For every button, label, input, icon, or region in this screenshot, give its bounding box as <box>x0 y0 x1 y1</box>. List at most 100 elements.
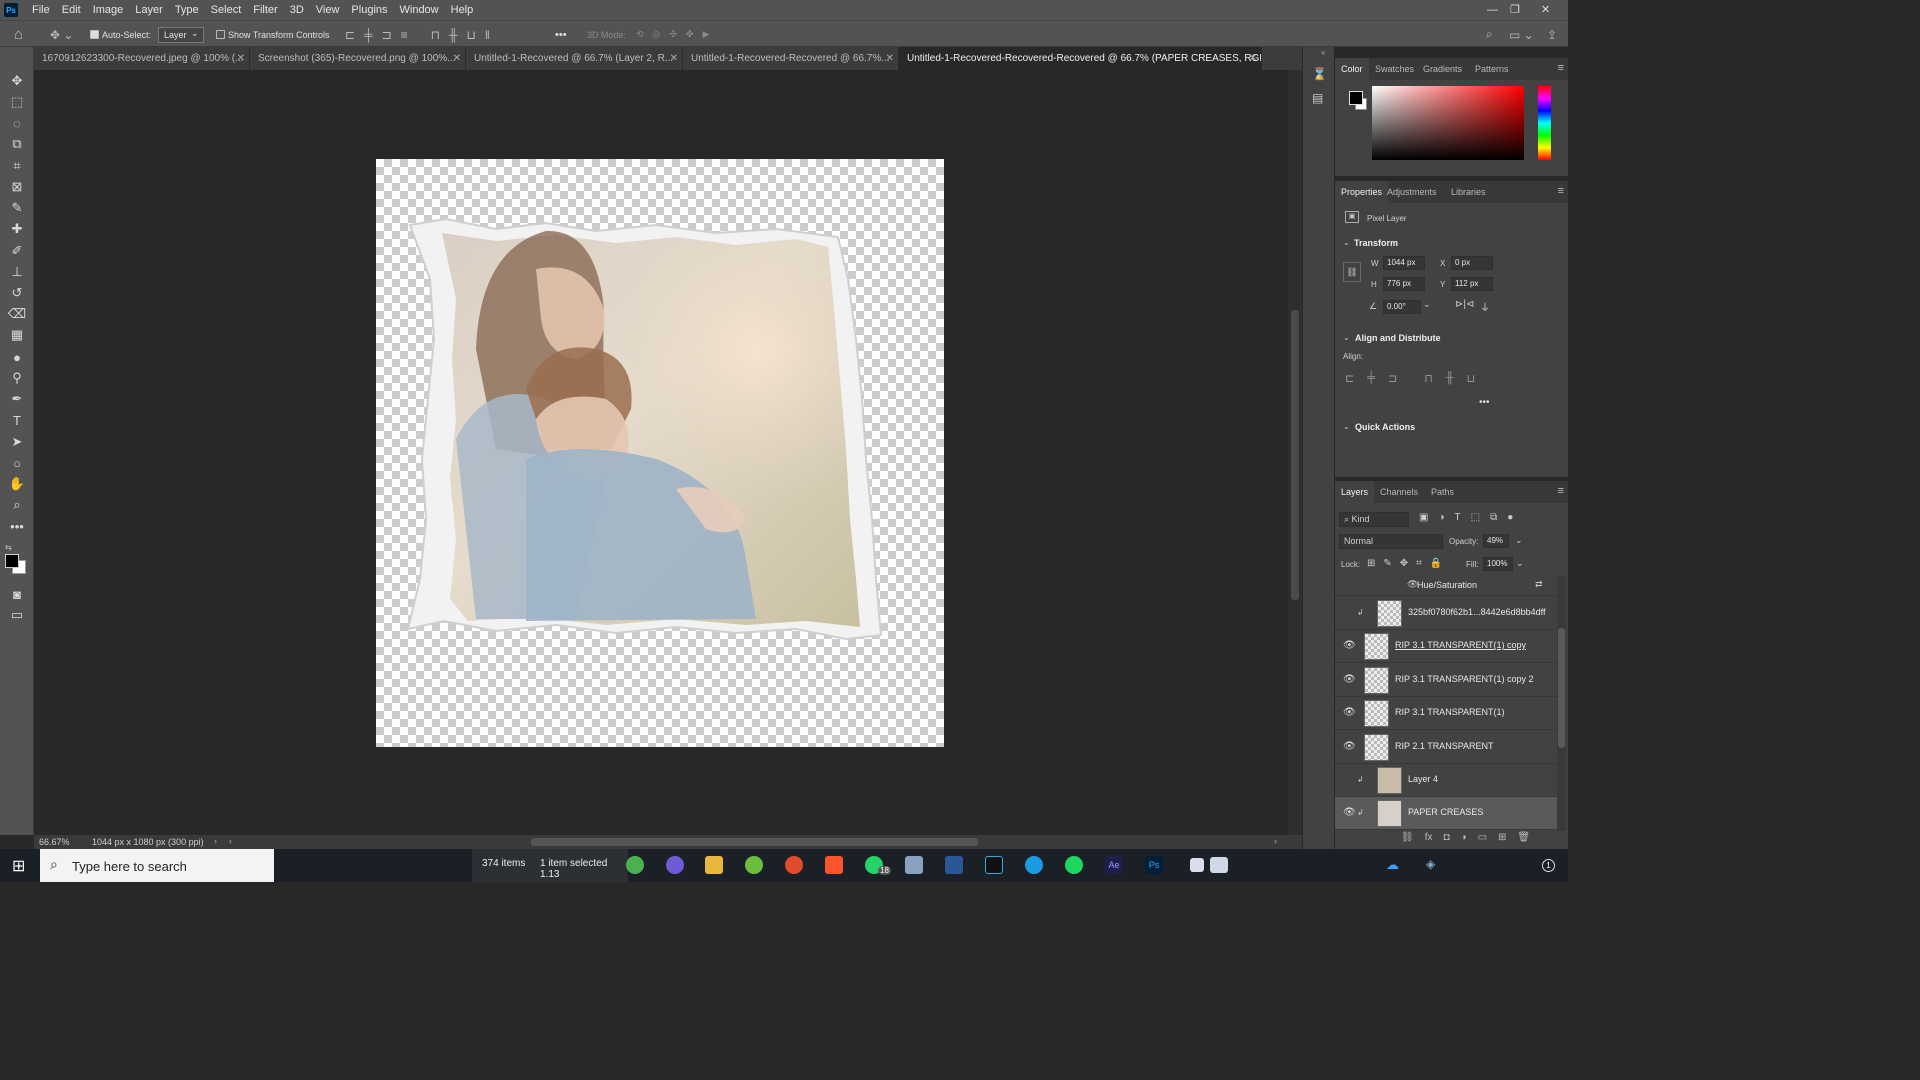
type-tool-icon[interactable]: T <box>7 411 27 429</box>
tab-patterns[interactable]: Patterns <box>1469 58 1515 80</box>
distribute-icon[interactable]: ≡ <box>401 28 408 42</box>
align-top-edges-icon[interactable]: ⊓ <box>1424 372 1433 385</box>
align-right-icon[interactable]: ⊐ <box>382 28 392 42</box>
opacity-field[interactable]: 49% <box>1483 534 1509 548</box>
filter-pixel-icon[interactable]: ▣ <box>1419 512 1428 523</box>
lasso-tool-icon[interactable]: ◌ <box>7 114 27 132</box>
add-mask-icon[interactable]: ◘ <box>1443 832 1449 843</box>
link-dimensions-icon[interactable]: ⛓ <box>1343 262 1361 282</box>
photos-icon[interactable] <box>905 856 923 874</box>
layer-row[interactable]: 👁 RIP 3.1 TRANSPARENT(1) <box>1335 697 1557 730</box>
flip-vertical-icon[interactable]: ⏚ <box>1480 299 1490 314</box>
notification-center-count[interactable]: 1 <box>1542 859 1555 872</box>
status-arrow-icon[interactable]: › <box>214 836 217 846</box>
layer-name[interactable]: RIP 3.1 TRANSPARENT(1) copy 2 <box>1395 674 1534 684</box>
new-group-icon[interactable]: ▭ <box>1478 832 1487 843</box>
tab-swatches[interactable]: Swatches <box>1369 58 1420 80</box>
align-bottom-icon[interactable]: ⊔ <box>467 28 476 42</box>
menu-layer[interactable]: Layer <box>129 0 169 20</box>
taskbar-search-box[interactable]: ⌕ Type here to search <box>40 849 274 882</box>
menu-filter[interactable]: Filter <box>247 0 283 20</box>
object-select-tool-icon[interactable]: ⧉ <box>7 135 27 153</box>
workspace-icon[interactable]: ▭ ⌄ <box>1509 21 1534 48</box>
home-icon[interactable]: ⌂ <box>14 21 23 48</box>
fill-dropdown-icon[interactable]: ⌄ <box>1516 558 1524 569</box>
chrome-icon[interactable] <box>626 856 644 874</box>
tray-app-icon[interactable]: ◈ <box>1426 857 1435 871</box>
opacity-dropdown-icon[interactable]: ⌄ <box>1515 535 1523 546</box>
visibility-toggle[interactable] <box>1343 774 1355 786</box>
menu-view[interactable]: View <box>310 0 346 20</box>
quick-actions-title[interactable]: Quick Actions <box>1355 422 1415 432</box>
restore-icon[interactable]: ❐ <box>1510 0 1520 20</box>
align-right-edges-icon[interactable]: ⊐ <box>1388 372 1397 385</box>
menu-file[interactable]: File <box>26 0 56 20</box>
brush-tool-icon[interactable]: ✐ <box>7 242 27 260</box>
menu-window[interactable]: Window <box>394 0 445 20</box>
lock-all-icon[interactable]: 🔒 <box>1430 558 1442 569</box>
filter-toggle-icon[interactable]: ● <box>1507 512 1513 523</box>
vertical-scrollbar[interactable] <box>1288 70 1302 835</box>
dodge-tool-icon[interactable]: ⚲ <box>7 369 27 387</box>
menu-3d[interactable]: 3D <box>284 0 310 20</box>
layers-scrollbar-thumb[interactable] <box>1558 628 1565 748</box>
window-icon[interactable] <box>1210 857 1228 873</box>
tab-close-icon[interactable]: ✕ <box>1249 47 1257 70</box>
width-field[interactable]: 1044 px <box>1383 256 1425 270</box>
tab-close-icon[interactable]: ✕ <box>453 47 461 70</box>
layer-name[interactable]: 325bf0780f62b1...8442e6d8bb4dff <box>1408 607 1545 617</box>
document-canvas[interactable] <box>376 159 944 747</box>
align-left-icon[interactable]: ⊏ <box>345 28 355 42</box>
menu-plugins[interactable]: Plugins <box>345 0 393 20</box>
history-brush-tool-icon[interactable]: ↺ <box>7 284 27 302</box>
properties-icon[interactable]: ⇄ <box>1535 579 1543 590</box>
layer-name[interactable]: RIP 2.1 TRANSPARENT <box>1395 741 1494 751</box>
history-icon[interactable]: ⌛ <box>1312 67 1327 81</box>
pen-tool-icon[interactable]: ✒ <box>7 390 27 408</box>
x-field[interactable]: 0 px <box>1451 256 1493 270</box>
lock-artboard-icon[interactable]: ⌗ <box>1416 558 1422 569</box>
tab-adjustments[interactable]: Adjustments <box>1381 181 1443 203</box>
align-bottom-edges-icon[interactable]: ⊔ <box>1467 372 1476 385</box>
height-field[interactable]: 776 px <box>1383 277 1425 291</box>
align-vcenter-icon[interactable]: ╫ <box>449 28 458 42</box>
swap-colors-icon[interactable]: ⇆ <box>5 543 12 552</box>
hscroll-left-icon[interactable]: ‹ <box>229 836 232 846</box>
zoom-tool-icon[interactable]: ⌕ <box>7 496 27 514</box>
align-hcenter-icon[interactable]: ╪ <box>364 28 373 42</box>
layer-name[interactable]: Layer 4 <box>1408 774 1438 784</box>
delete-layer-icon[interactable]: 🗑 <box>1517 832 1530 843</box>
edit-toolbar-icon[interactable]: ••• <box>7 517 27 535</box>
filter-adjustment-icon[interactable]: ◑ <box>1438 512 1444 523</box>
windows-start-icon[interactable]: ⊞ <box>12 856 25 876</box>
frame-tool-icon[interactable]: ⊠ <box>7 178 27 196</box>
close-icon[interactable]: ✕ <box>1541 0 1550 20</box>
tab-close-icon[interactable]: ✕ <box>670 47 678 70</box>
link-layers-icon[interactable]: ⛓ <box>1401 832 1414 843</box>
layer-row[interactable]: 👁 RIP 3.1 TRANSPARENT(1) copy 2 <box>1335 664 1557 697</box>
tab-document-active[interactable]: Untitled-1-Recovered-Recovered-Recovered… <box>899 47 1262 70</box>
edge-icon[interactable] <box>1025 856 1043 874</box>
tab-layers[interactable]: Layers <box>1335 481 1375 503</box>
collapse-panels-icon[interactable]: « <box>1321 48 1325 57</box>
eyedropper-tool-icon[interactable]: ✎ <box>7 199 27 217</box>
comments-icon[interactable]: ▤ <box>1312 91 1323 105</box>
menu-select[interactable]: Select <box>205 0 248 20</box>
move-tool-preset-icon[interactable]: ✥ ⌄ <box>50 21 73 48</box>
layer-row[interactable]: 👁 Hue/Saturation ⇄ <box>1335 576 1557 596</box>
layer-name[interactable]: RIP 3.1 TRANSPARENT(1) <box>1395 707 1505 717</box>
filter-type-icon[interactable]: T <box>1455 512 1461 523</box>
minimize-icon[interactable]: — <box>1487 0 1498 20</box>
align-vertical-centers-icon[interactable]: ╫ <box>1446 372 1454 385</box>
horizontal-scrollbar-thumb[interactable] <box>531 838 978 846</box>
layer-row[interactable]: ↲ Layer 4 <box>1335 764 1557 797</box>
gradient-tool-icon[interactable]: ▦ <box>7 326 27 344</box>
hand-tool-icon[interactable]: ✋ <box>7 475 27 493</box>
tab-channels[interactable]: Channels <box>1374 481 1424 503</box>
filter-shape-icon[interactable]: ⬚ <box>1471 512 1480 523</box>
chevron-down-icon[interactable]: ⌄ <box>1343 238 1350 247</box>
tab-close-icon[interactable]: ✕ <box>237 47 245 70</box>
transform-section-title[interactable]: Transform <box>1354 238 1398 248</box>
more-options-button[interactable]: ••• <box>555 21 567 48</box>
auto-select-checkbox[interactable]: Auto-Select: <box>90 21 151 48</box>
